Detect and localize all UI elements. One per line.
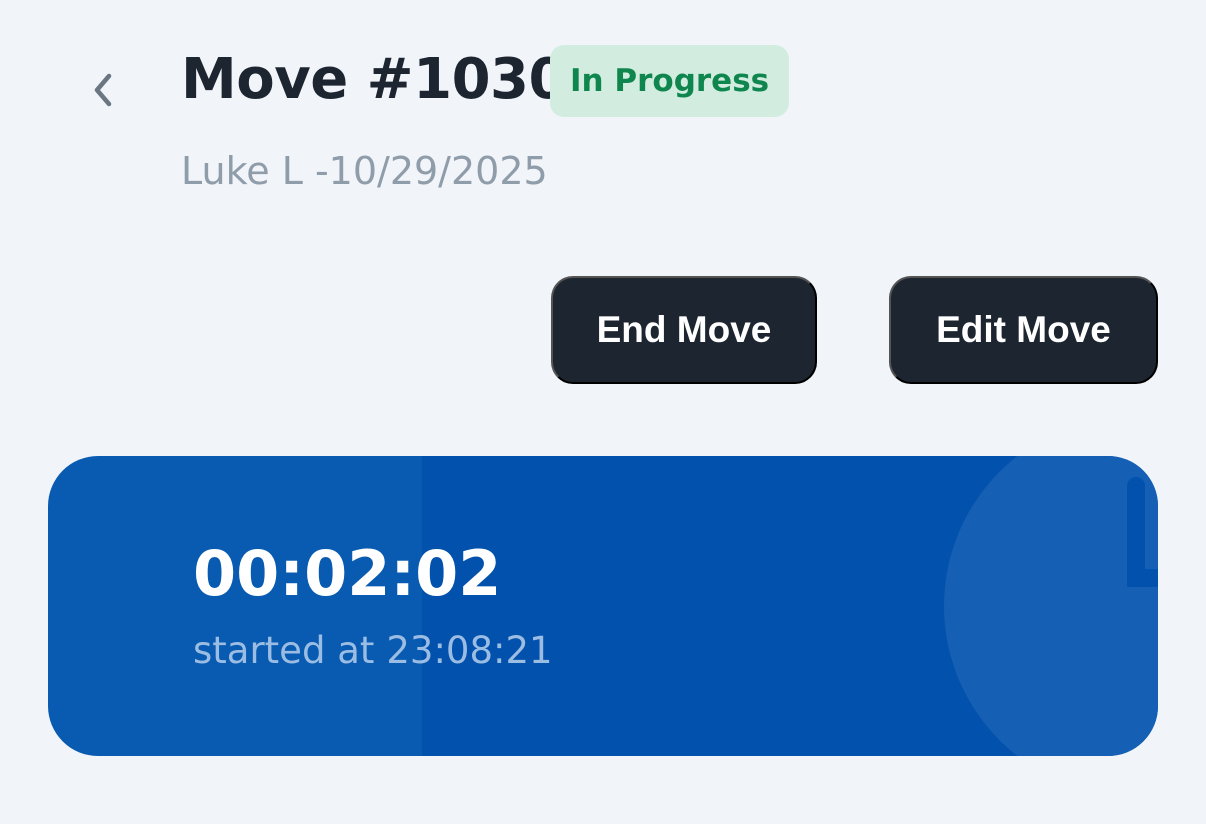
status-badge: In Progress	[550, 45, 790, 117]
timer-elapsed: 00:02:02	[193, 537, 502, 610]
timer-started-time: 23:08:21	[386, 629, 553, 672]
page-title: Move #1030	[181, 47, 567, 112]
back-button[interactable]	[72, 58, 132, 122]
timer-started-at: started at 23:08:21	[193, 628, 553, 674]
end-move-button[interactable]: End Move	[551, 276, 817, 384]
timer-card: 00:02:02 started at 23:08:21	[48, 456, 1158, 756]
chevron-left-icon	[94, 73, 112, 107]
clock-icon	[944, 456, 1158, 756]
edit-move-button[interactable]: Edit Move	[889, 276, 1158, 384]
page-subtitle: Luke L -10/29/2025	[181, 149, 548, 193]
move-detail-page: Move #1030 In Progress Luke L -10/29/202…	[0, 0, 1206, 824]
timer-started-label: started at	[193, 629, 375, 672]
